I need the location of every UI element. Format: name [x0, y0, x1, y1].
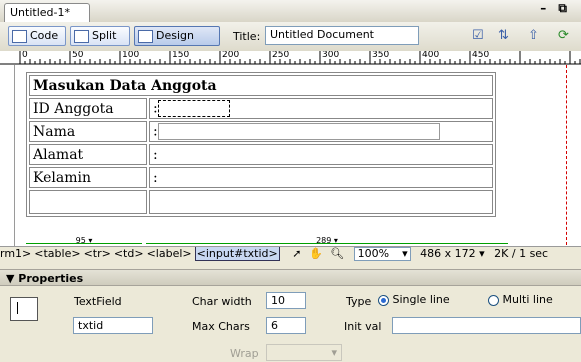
table-row	[29, 190, 493, 214]
table-row: ID Anggota :	[29, 98, 493, 119]
nama-field[interactable]	[157, 123, 440, 140]
tag-selector-form[interactable]: rm1>	[0, 247, 31, 260]
chevron-down-icon: ▾	[402, 247, 408, 260]
zoom-value: 100%	[357, 247, 390, 260]
cell-id-anggota: :	[149, 98, 493, 119]
status-bar: rm1> <table> <tr> <td> <label> <input#txtid> …	[0, 246, 581, 262]
title-label: Title:	[233, 30, 261, 43]
char-width-label: Char width	[192, 295, 252, 308]
ruler-label-350: 350	[372, 51, 390, 60]
document-tab[interactable]: Untitled-1*	[4, 3, 90, 22]
wrap-select[interactable]: ▾	[266, 344, 342, 361]
textfield-name-input[interactable]: txtid	[73, 317, 153, 334]
label-id-anggota: ID Anggota	[29, 98, 147, 119]
ruler-label-100: 100	[122, 51, 140, 60]
ruler-label-150: 150	[172, 51, 190, 60]
table-row: Kelamin :	[29, 167, 493, 188]
multi-line-radio[interactable]: Multi line	[488, 293, 553, 306]
single-line-label: Single line	[392, 293, 450, 306]
cell-nama: :	[149, 121, 493, 142]
tag-selector-td[interactable]: <td>	[114, 247, 144, 260]
table-row: Nama :	[29, 121, 493, 142]
properties-panel: TextField txtid Char width 10 Max Chars …	[0, 287, 581, 362]
ruler-label-250: 250	[272, 51, 290, 60]
refresh-icon[interactable]: ⟳	[558, 28, 569, 43]
ruler-label-50: 50	[72, 51, 84, 60]
window-controls[interactable]: – ⧉	[540, 1, 571, 16]
label-alamat: Alamat	[29, 144, 147, 165]
split-view-icon	[74, 29, 89, 43]
table-row: Alamat :	[29, 144, 493, 165]
horizontal-ruler: 0 50 100 150 200 250 300 350 400 450	[0, 51, 581, 66]
ruler-label-450: 450	[472, 51, 490, 60]
single-line-radio[interactable]: Single line	[378, 293, 450, 306]
design-view-button[interactable]: Design	[134, 26, 220, 46]
zoom-tool-icon[interactable]: 🔍︎	[330, 247, 344, 260]
window-size[interactable]: 486 x 172 ▾	[420, 247, 485, 260]
multi-line-label: Multi line	[502, 293, 553, 306]
type-label: Type	[346, 295, 372, 308]
wrap-label: Wrap	[230, 347, 259, 360]
element-type-label: TextField	[74, 295, 122, 308]
ruler-label-300: 300	[322, 51, 340, 60]
column-width-guide-2: 289 ▾	[146, 236, 508, 245]
init-val-input[interactable]	[392, 317, 581, 334]
init-val-label: Init val	[344, 320, 382, 333]
textfield-icon	[10, 297, 38, 321]
char-width-input[interactable]: 10	[266, 292, 306, 309]
label-kelamin: Kelamin	[29, 167, 147, 188]
ruler-label-0: 0	[22, 51, 28, 60]
zoom-select[interactable]: 100% ▾	[353, 247, 411, 261]
tag-selector-tr[interactable]: <tr>	[84, 247, 111, 260]
select-tool-icon[interactable]: ➚	[292, 247, 301, 260]
design-view-label: Design	[156, 29, 194, 42]
preview-icon[interactable]: ⇧	[528, 28, 539, 43]
form-heading: Masukan Data Anggota	[29, 75, 493, 96]
properties-header[interactable]: ▼ Properties	[0, 269, 581, 286]
ruler-ticks	[0, 51, 581, 65]
column-width-guide-1: 95 ▾	[26, 236, 142, 245]
max-chars-label: Max Chars	[192, 320, 250, 333]
document-tab-strip: Untitled-1* – ⧉	[0, 0, 581, 23]
design-view-icon	[138, 29, 153, 43]
column-width-label: 95 ▾	[75, 236, 93, 245]
hand-tool-icon[interactable]: ✋	[309, 247, 323, 260]
file-management-icon[interactable]: ⇅	[498, 28, 509, 43]
chevron-down-icon: ▾	[331, 346, 337, 359]
validate-icon[interactable]: ☑	[472, 28, 484, 43]
page-edge-guide	[566, 65, 567, 245]
vertical-ruler	[0, 65, 15, 246]
tag-selector-input[interactable]: <input#txtid>	[194, 247, 280, 261]
split-view-label: Split	[92, 29, 117, 42]
code-view-button[interactable]: Code	[8, 26, 66, 46]
form-table: Masukan Data Anggota ID Anggota : Nama :…	[26, 72, 496, 217]
column-width-label: 289 ▾	[316, 236, 338, 245]
empty-cell-right	[149, 190, 493, 214]
design-canvas[interactable]: Masukan Data Anggota ID Anggota : Nama :…	[15, 65, 581, 246]
code-view-label: Code	[30, 29, 59, 42]
max-chars-input[interactable]: 6	[266, 317, 306, 334]
code-view-icon	[12, 29, 27, 43]
tag-selector-table[interactable]: <table>	[34, 247, 80, 260]
ruler-label-200: 200	[222, 51, 240, 60]
ruler-label-400: 400	[422, 51, 440, 60]
id-anggota-field[interactable]	[157, 100, 230, 117]
cell-alamat: :	[149, 144, 493, 165]
document-toolbar: Code Split Design Title: Untitled Docume…	[0, 22, 581, 52]
radio-unselected-icon	[488, 294, 499, 306]
title-input[interactable]: Untitled Document	[265, 26, 419, 45]
split-view-button[interactable]: Split	[70, 26, 130, 46]
empty-cell-left	[29, 190, 147, 214]
tag-selector-label[interactable]: <label>	[147, 247, 192, 260]
download-size: 2K / 1 sec	[494, 247, 549, 260]
label-nama: Nama	[29, 121, 147, 142]
cell-kelamin: :	[149, 167, 493, 188]
radio-selected-icon	[378, 294, 389, 306]
